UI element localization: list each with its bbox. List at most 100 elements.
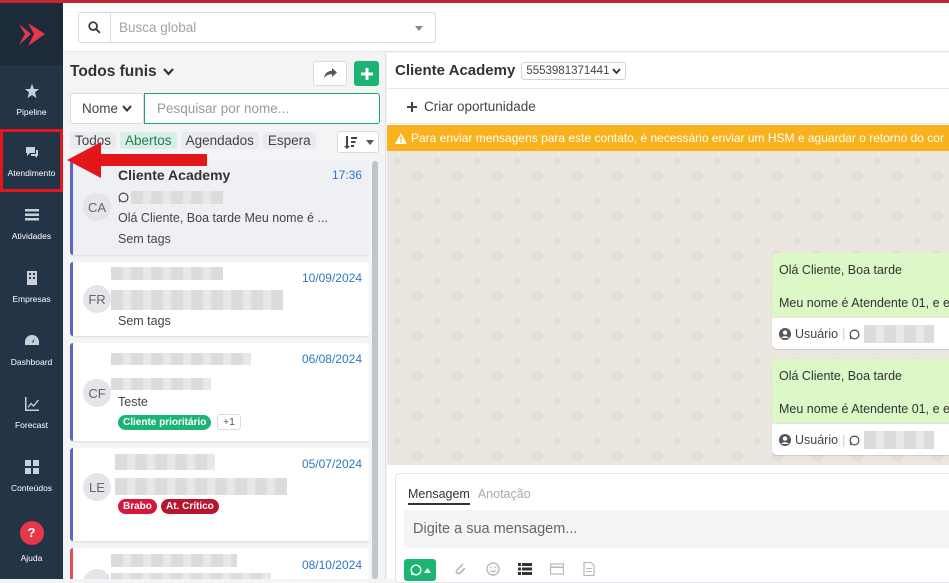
sidebar-item-label: Atividades (11, 230, 52, 241)
tag-badge: Cliente prioritário (118, 415, 212, 430)
smile-icon (486, 561, 500, 576)
message-bubble[interactable]: Olá Cliente, Boa tarde Meu nome é Atende… (772, 253, 949, 349)
chevron-down-icon[interactable] (415, 26, 423, 31)
share-icon (323, 68, 337, 79)
message-sender: Usuário (795, 327, 839, 341)
tag-badge: At. Crítico (161, 499, 219, 514)
templates-button[interactable] (518, 562, 532, 579)
sort-button[interactable] (337, 131, 379, 153)
top-bar (63, 3, 949, 52)
search-icon (79, 13, 111, 42)
conversation-time: 05/07/2024 (301, 457, 362, 471)
scrollbar-thumb[interactable] (372, 161, 378, 579)
sidebar-item-label: Forecast (14, 419, 49, 430)
share-button[interactable] (313, 61, 347, 86)
contact-name: Cliente Academy (395, 62, 516, 79)
warning-text: Para enviar mensagens para este contato,… (411, 131, 944, 145)
user-icon (779, 328, 791, 340)
search-field-select-value: Nome (81, 101, 118, 116)
sidebar-item-forecast[interactable]: Forecast (0, 381, 63, 444)
message-input-field[interactable] (404, 510, 949, 548)
chat-panel: Cliente Academy 5553981371441 Criar opor… (387, 53, 949, 583)
phone-select[interactable]: 5553981371441 (521, 61, 627, 80)
conversation-card[interactable]: LE 05/07/2024 Brabo At. Crítico (70, 448, 369, 541)
message-input[interactable] (404, 510, 949, 548)
more-tags-badge[interactable]: +1 (217, 414, 241, 430)
redacted-phone (864, 325, 935, 343)
user-icon (779, 434, 791, 446)
search-field-select[interactable]: Nome (70, 93, 144, 124)
message-line: Meu nome é Atendente 01, e es (779, 402, 949, 416)
chat-icon (25, 146, 38, 158)
global-search[interactable] (78, 12, 436, 43)
funnel-selector[interactable]: Todos funis (70, 63, 174, 81)
avatar: HB (83, 569, 111, 579)
redacted-name (111, 353, 251, 365)
list-icon (24, 208, 39, 220)
sidebar-item-empresas[interactable]: Empresas (0, 255, 63, 318)
conversation-cards: CA Cliente Academy 17:36 Olá Cliente, Bo… (70, 160, 369, 579)
redacted-phone (864, 431, 935, 449)
create-opportunity-button[interactable]: Criar oportunidade (387, 90, 949, 124)
sidebar-item-label: Ajuda (20, 552, 43, 563)
paperclip-icon (455, 562, 466, 574)
message-line: Olá Cliente, Boa tarde (779, 369, 902, 383)
whatsapp-channel-button[interactable] (404, 559, 436, 581)
message-footer: Usuário | (772, 423, 949, 455)
composer-toolbar (404, 559, 596, 581)
conversation-time: 08/10/2024 (301, 558, 362, 572)
sidebar-item-ajuda[interactable]: ? Ajuda (0, 510, 63, 573)
name-search-field[interactable] (144, 93, 380, 124)
conversation-card[interactable]: FR 10/09/2024 Sem tags (70, 262, 369, 336)
sidebar-item-conteudos[interactable]: Conteúdos (0, 444, 63, 507)
redacted-preview (111, 573, 271, 579)
avatar: CA (83, 193, 111, 221)
redacted-name (115, 454, 215, 470)
star-icon (24, 83, 39, 98)
add-conversation-button[interactable] (354, 61, 379, 86)
tab-mensagem[interactable]: Mensagem (408, 487, 470, 505)
attach-button[interactable] (454, 562, 468, 579)
message-line: Meu nome é Atendente 01, e es (779, 296, 949, 310)
grid-icon (24, 459, 39, 474)
conversation-card[interactable]: HB 08/10/2024 (70, 548, 369, 579)
tag-badge: Brabo (118, 499, 157, 514)
message-bubble[interactable]: Olá Cliente, Boa tarde Meu nome é Atende… (772, 359, 949, 455)
create-opportunity-label: Criar oportunidade (424, 99, 536, 114)
tab-anotacao[interactable]: Anotação (478, 487, 531, 505)
conversation-card[interactable]: CF 06/08/2024 Teste Cliente prioritário … (70, 343, 369, 441)
redacted-name (111, 267, 223, 280)
app-logo[interactable] (0, 3, 63, 65)
card-icon (549, 562, 565, 575)
tags-text: Sem tags (118, 232, 171, 246)
building-icon (26, 270, 37, 285)
sidebar-item-atividades[interactable]: Atividades (0, 192, 63, 255)
caret-down-icon (365, 139, 374, 145)
filter-espera[interactable]: Espera (262, 132, 316, 149)
logo-icon (18, 23, 45, 46)
name-search-input[interactable] (145, 94, 379, 123)
list-scrollbar[interactable] (372, 161, 378, 579)
line-chart-icon (24, 396, 39, 411)
chat-header: Cliente Academy 5553981371441 (387, 53, 949, 89)
tags-text: Sem tags (118, 314, 171, 328)
message-line: Olá Cliente, Boa tarde (779, 263, 902, 277)
caret-up-icon (423, 567, 431, 573)
whatsapp-icon (849, 435, 860, 445)
plus-icon (407, 101, 417, 112)
avatar: FR (83, 285, 111, 313)
warning-icon (395, 132, 407, 144)
sidebar-item-label: Atendimento (7, 167, 56, 178)
document-button[interactable] (582, 561, 596, 579)
chevron-down-icon (122, 105, 132, 112)
sidebar-item-label: Pipeline (16, 106, 47, 117)
document-icon (583, 561, 595, 576)
card-button[interactable] (549, 562, 565, 579)
global-search-input[interactable] (111, 20, 401, 35)
emoji-button[interactable] (486, 561, 500, 579)
sidebar-item-atendimento[interactable]: Atendimento (0, 129, 63, 192)
annotation-arrow-icon (67, 142, 207, 178)
sidebar-item-pipeline[interactable]: Pipeline (0, 68, 63, 131)
sidebar-item-label: Empresas (12, 293, 51, 304)
sidebar-item-dashboard[interactable]: Dashboard (0, 318, 63, 381)
